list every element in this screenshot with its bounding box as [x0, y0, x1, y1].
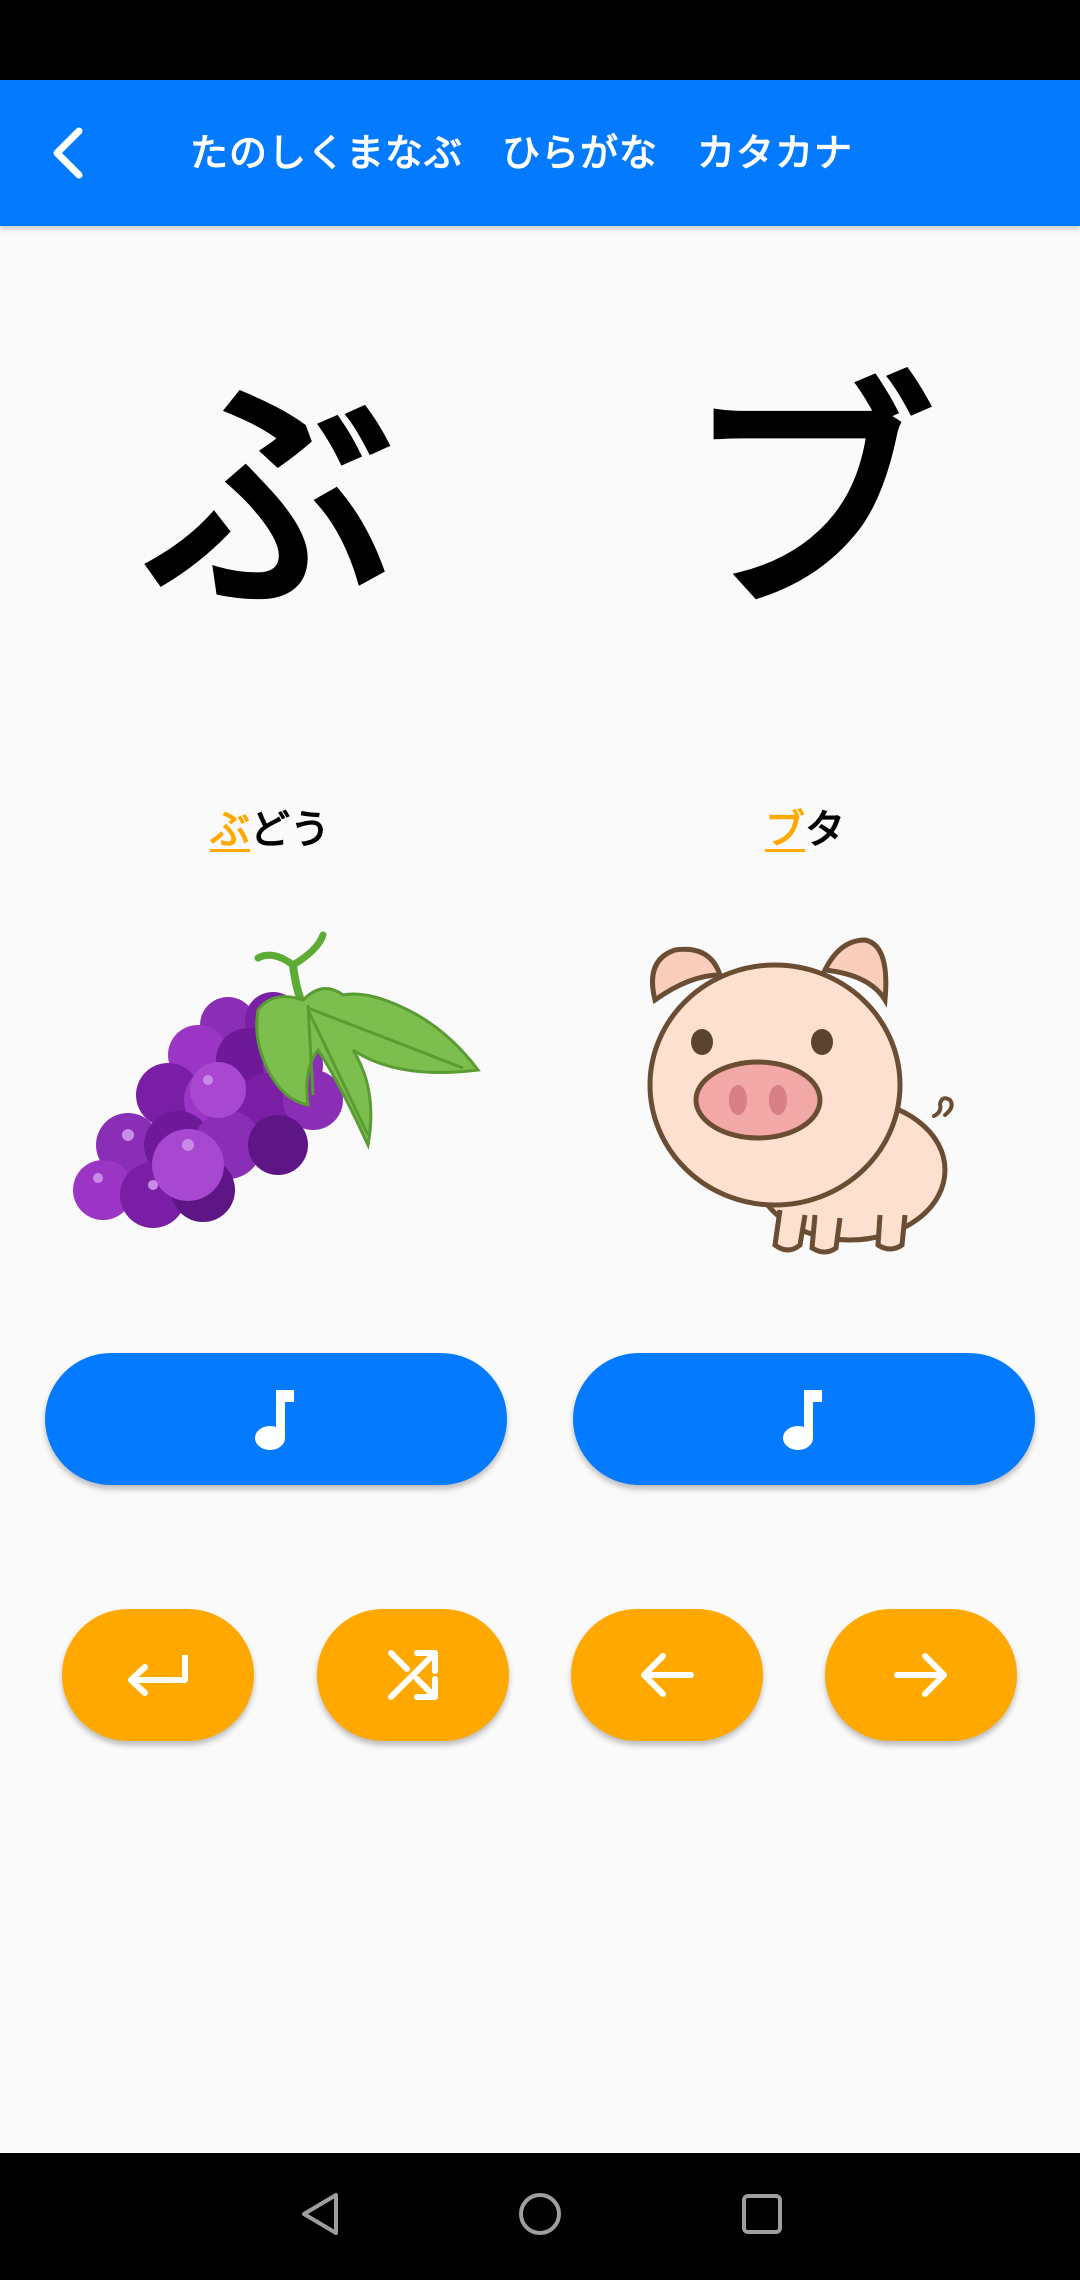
app-title: たのしくまなぶ ひらがな カタカナ — [190, 131, 854, 175]
arrow-left-icon — [641, 1653, 694, 1697]
nav-home-icon[interactable] — [515, 2189, 565, 2239]
status-bar — [0, 0, 1080, 80]
shuffle-button[interactable] — [317, 1609, 509, 1741]
nav-back-icon[interactable] — [296, 2189, 344, 2239]
pig-illustration — [647, 937, 954, 1255]
shuffle-icon — [388, 1650, 438, 1700]
play-hiragana-sound-button[interactable] — [45, 1353, 507, 1485]
grapes-illustration — [73, 931, 481, 1228]
katakana-word: ブタ — [535, 800, 1075, 860]
back-button[interactable] — [30, 113, 110, 193]
return-icon — [128, 1655, 188, 1696]
app-bar: たのしくまなぶ ひらがな カタカナ — [0, 80, 1080, 226]
next-button[interactable] — [825, 1609, 1017, 1741]
katakana-word-rest: タ — [805, 807, 845, 853]
hiragana-word: ぶどう — [0, 800, 540, 860]
nav-recents-icon[interactable] — [738, 2189, 786, 2239]
hiragana-word-highlight: ぶ — [210, 807, 250, 853]
hiragana-character: ぶ — [145, 354, 395, 645]
chevron-left-icon — [53, 127, 83, 179]
system-navigation-bar — [0, 2153, 1080, 2280]
music-note-icon — [783, 1390, 822, 1450]
previous-button[interactable] — [571, 1609, 763, 1741]
hiragana-word-rest: どう — [250, 807, 330, 853]
katakana-word-highlight: ブ — [765, 807, 805, 853]
return-button[interactable] — [62, 1609, 254, 1741]
arrow-right-icon — [894, 1653, 947, 1697]
music-note-icon — [255, 1390, 294, 1450]
katakana-character: ブ — [685, 354, 935, 645]
play-katakana-sound-button[interactable] — [573, 1353, 1035, 1485]
